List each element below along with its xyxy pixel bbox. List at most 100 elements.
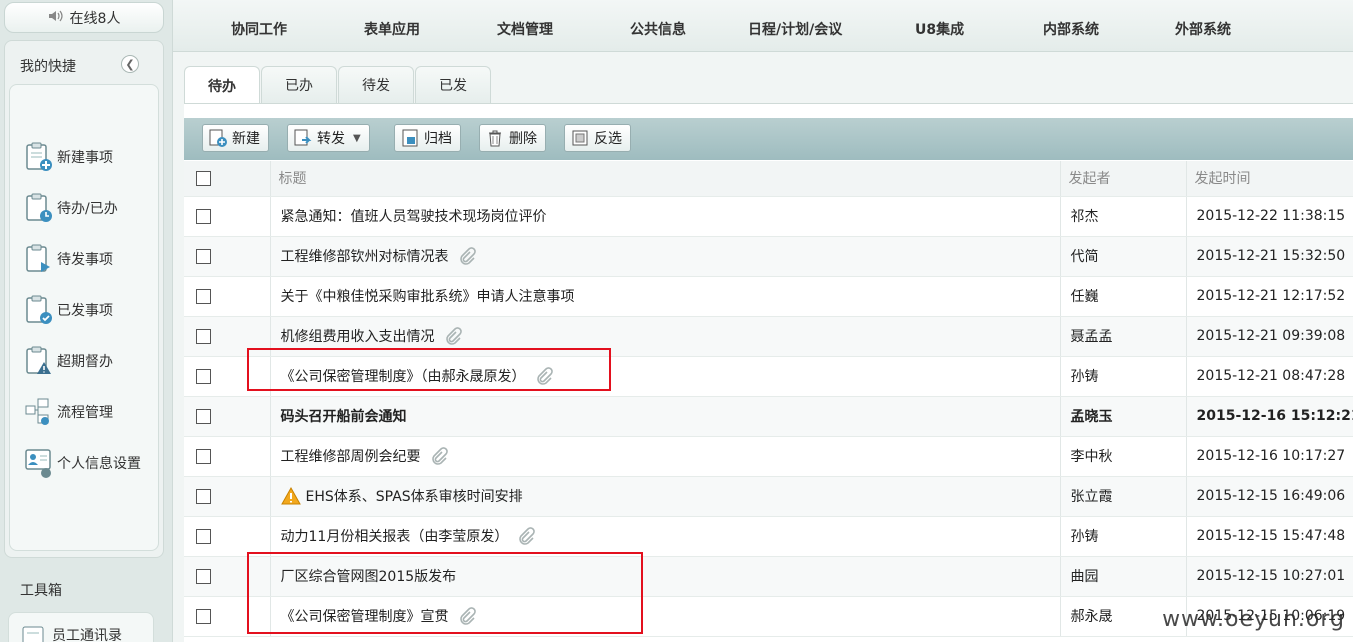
forward-icon [293,128,313,148]
sender-cell: 李中秋 [1060,436,1187,477]
quick-item-todo[interactable]: 待办/已办 [24,191,118,225]
row-title[interactable]: 关于《中粮佳悦采购审批系统》申请人注意事项 [281,289,575,305]
row-checkbox[interactable] [196,408,211,424]
column-header-title[interactable]: 标题 [270,161,1061,197]
row-checkbox[interactable] [196,608,211,624]
row-checkbox[interactable] [196,368,211,384]
quick-item-sent[interactable]: 已发事项 [24,293,113,327]
new-button[interactable]: 新建 [202,124,269,152]
row-title[interactable]: 码头召开船前会通知 [281,409,407,425]
title-cell[interactable]: 工程维修部钦州对标情况表 [270,236,1061,277]
quick-item-overdue[interactable]: 超期督办 [24,344,113,378]
row-checkbox[interactable] [196,328,211,344]
new-item-icon [24,141,54,173]
time-cell: 2015-12-15 10:27:01 [1186,556,1353,597]
collapse-icon[interactable]: ❮ [121,55,139,73]
forward-button-label: 转发 [317,131,345,147]
row-title[interactable]: 《公司保密管理制度》（由郝永晟原发） [281,369,526,385]
nav-forms[interactable]: 表单应用 [364,19,420,39]
row-checkbox-cell [184,516,271,557]
row-checkbox[interactable] [196,488,211,504]
table-body: 紧急通知：值班人员驾驶技术现场岗位评价 祁杰 2015-12-22 11:38:15… [184,196,1353,637]
title-cell[interactable]: 关于《中粮佳悦采购审批系统》申请人注意事项 [270,276,1061,317]
row-title[interactable]: 紧急通知：值班人员驾驶技术现场岗位评价 [281,209,547,225]
quick-item-flow[interactable]: 流程管理 [24,395,113,429]
row-checkbox[interactable] [196,528,211,544]
row-title[interactable]: EHS体系、SPAS体系审核时间安排 [306,489,523,505]
title-cell[interactable]: 机修组费用收入支出情况 [270,316,1061,357]
delete-button[interactable]: 删除 [479,124,546,152]
row-checkbox-cell [184,236,271,277]
title-cell[interactable]: 码头召开船前会通知 [270,396,1061,437]
invert-selection-button[interactable]: 反选 [564,124,631,152]
chevron-down-icon: ▼ [353,132,361,144]
toolbox-panel: 员工通讯录 [8,612,154,642]
nav-internal[interactable]: 内部系统 [1043,19,1099,39]
quick-item-profile[interactable]: 个人信息设置 [24,446,141,480]
sender-cell: 代简 [1060,236,1187,277]
row-title[interactable]: 动力11月份相关报表（由李莹原发） [281,529,509,545]
row-title[interactable]: 机修组费用收入支出情况 [281,329,435,345]
sender-cell: 任巍 [1060,276,1187,317]
archive-button[interactable]: 归档 [394,124,461,152]
table-row[interactable]: 工程维修部钦州对标情况表 代简 2015-12-21 15:32:50 [184,236,1353,277]
row-title[interactable]: 工程维修部钦州对标情况表 [281,249,449,265]
time-cell: 2015-12-15 16:49:06 [1186,476,1353,517]
table-row[interactable]: 工程维修部周例会纪要 李中秋 2015-12-16 10:17:27 [184,436,1353,477]
table-row[interactable]: 动力11月份相关报表（由李莹原发） 孙铸 2015-12-15 15:47:48 [184,516,1353,557]
select-all-checkbox[interactable] [196,170,211,186]
sender-cell: 孟晓玉 [1060,396,1187,437]
table-row[interactable]: 关于《中粮佳悦采购审批系统》申请人注意事项 任巍 2015-12-21 12:17:… [184,276,1353,317]
quick-item-label: 流程管理 [57,405,113,421]
row-checkbox[interactable] [196,568,211,584]
row-checkbox-cell [184,596,271,637]
nav-collaboration[interactable]: 协同工作 [231,19,287,39]
row-title[interactable]: 《公司保密管理制度》宣贯 [281,609,449,625]
title-cell[interactable]: 厂区综合管网图2015版发布 [270,556,1061,597]
column-header-sender[interactable]: 发起者 [1060,161,1187,197]
column-header-time[interactable]: 发起时间 [1186,161,1353,197]
table-row[interactable]: 码头召开船前会通知 孟晓玉 2015-12-16 15:12:21 [184,396,1353,437]
nav-schedule[interactable]: 日程/计划/会议 [748,19,842,39]
warning-icon [24,345,54,377]
row-checkbox[interactable] [196,288,211,304]
send-icon [24,243,54,275]
quick-access-list: 新建事项 待办/已办 待发事项 已发事项 超期督办 流程管理 个人信息设置 [9,84,159,551]
title-cell[interactable]: 《公司保密管理制度》宣贯 [270,596,1061,637]
tab-pending-send[interactable]: 待发 [338,66,414,103]
title-cell[interactable]: 《公司保密管理制度》（由郝永晟原发） [270,356,1061,397]
quick-item-new[interactable]: 新建事项 [24,140,113,174]
nav-u8[interactable]: U8集成 [915,19,964,39]
table-row[interactable]: 紧急通知：值班人员驾驶技术现场岗位评价 祁杰 2015-12-22 11:38:15 [184,196,1353,237]
online-users-badge[interactable]: 在线8人 [4,2,164,33]
attachment-icon [429,446,449,466]
table-row[interactable]: EHS体系、SPAS体系审核时间安排 张立霞 2015-12-15 16:49:06 [184,476,1353,517]
row-checkbox[interactable] [196,448,211,464]
tab-done[interactable]: 已办 [261,66,337,103]
table-row[interactable]: 机修组费用收入支出情况 聂孟孟 2015-12-21 09:39:08 [184,316,1353,357]
row-title[interactable]: 厂区综合管网图2015版发布 [281,569,457,585]
row-title[interactable]: 工程维修部周例会纪要 [281,449,421,465]
tab-sent[interactable]: 已发 [415,66,491,103]
title-cell[interactable]: 紧急通知：值班人员驾驶技术现场岗位评价 [270,196,1061,237]
todo-table: 标题 发起者 发起时间 紧急通知：值班人员驾驶技术现场岗位评价 祁杰 2015-12… [184,161,1353,637]
person-icon [24,447,54,479]
row-checkbox[interactable] [196,208,211,224]
forward-button[interactable]: 转发 ▼ [287,124,370,152]
toolbox-item-contacts[interactable]: 员工通讯录 [21,625,122,642]
table-row[interactable]: 厂区综合管网图2015版发布 曲园 2015-12-15 10:27:01 [184,556,1353,597]
title-cell[interactable]: 工程维修部周例会纪要 [270,436,1061,477]
quick-item-pending-send[interactable]: 待发事项 [24,242,113,276]
table-row[interactable]: 《公司保密管理制度》（由郝永晟原发） 孙铸 2015-12-21 08:47:28 [184,356,1353,397]
nav-external[interactable]: 外部系统 [1175,19,1231,39]
title-cell[interactable]: 动力11月份相关报表（由李莹原发） [270,516,1061,557]
attachment-icon [516,526,536,546]
nav-public-info[interactable]: 公共信息 [630,19,686,39]
table-header-row: 标题 发起者 发起时间 [184,161,1353,197]
nav-documents[interactable]: 文档管理 [497,19,553,39]
title-cell[interactable]: EHS体系、SPAS体系审核时间安排 [270,476,1061,517]
action-toolbar: 新建 转发 ▼ 归档 删除 反选 [184,118,1353,160]
tab-todo[interactable]: 待办 [184,66,260,104]
row-checkbox[interactable] [196,248,211,264]
row-checkbox-cell [184,476,271,517]
